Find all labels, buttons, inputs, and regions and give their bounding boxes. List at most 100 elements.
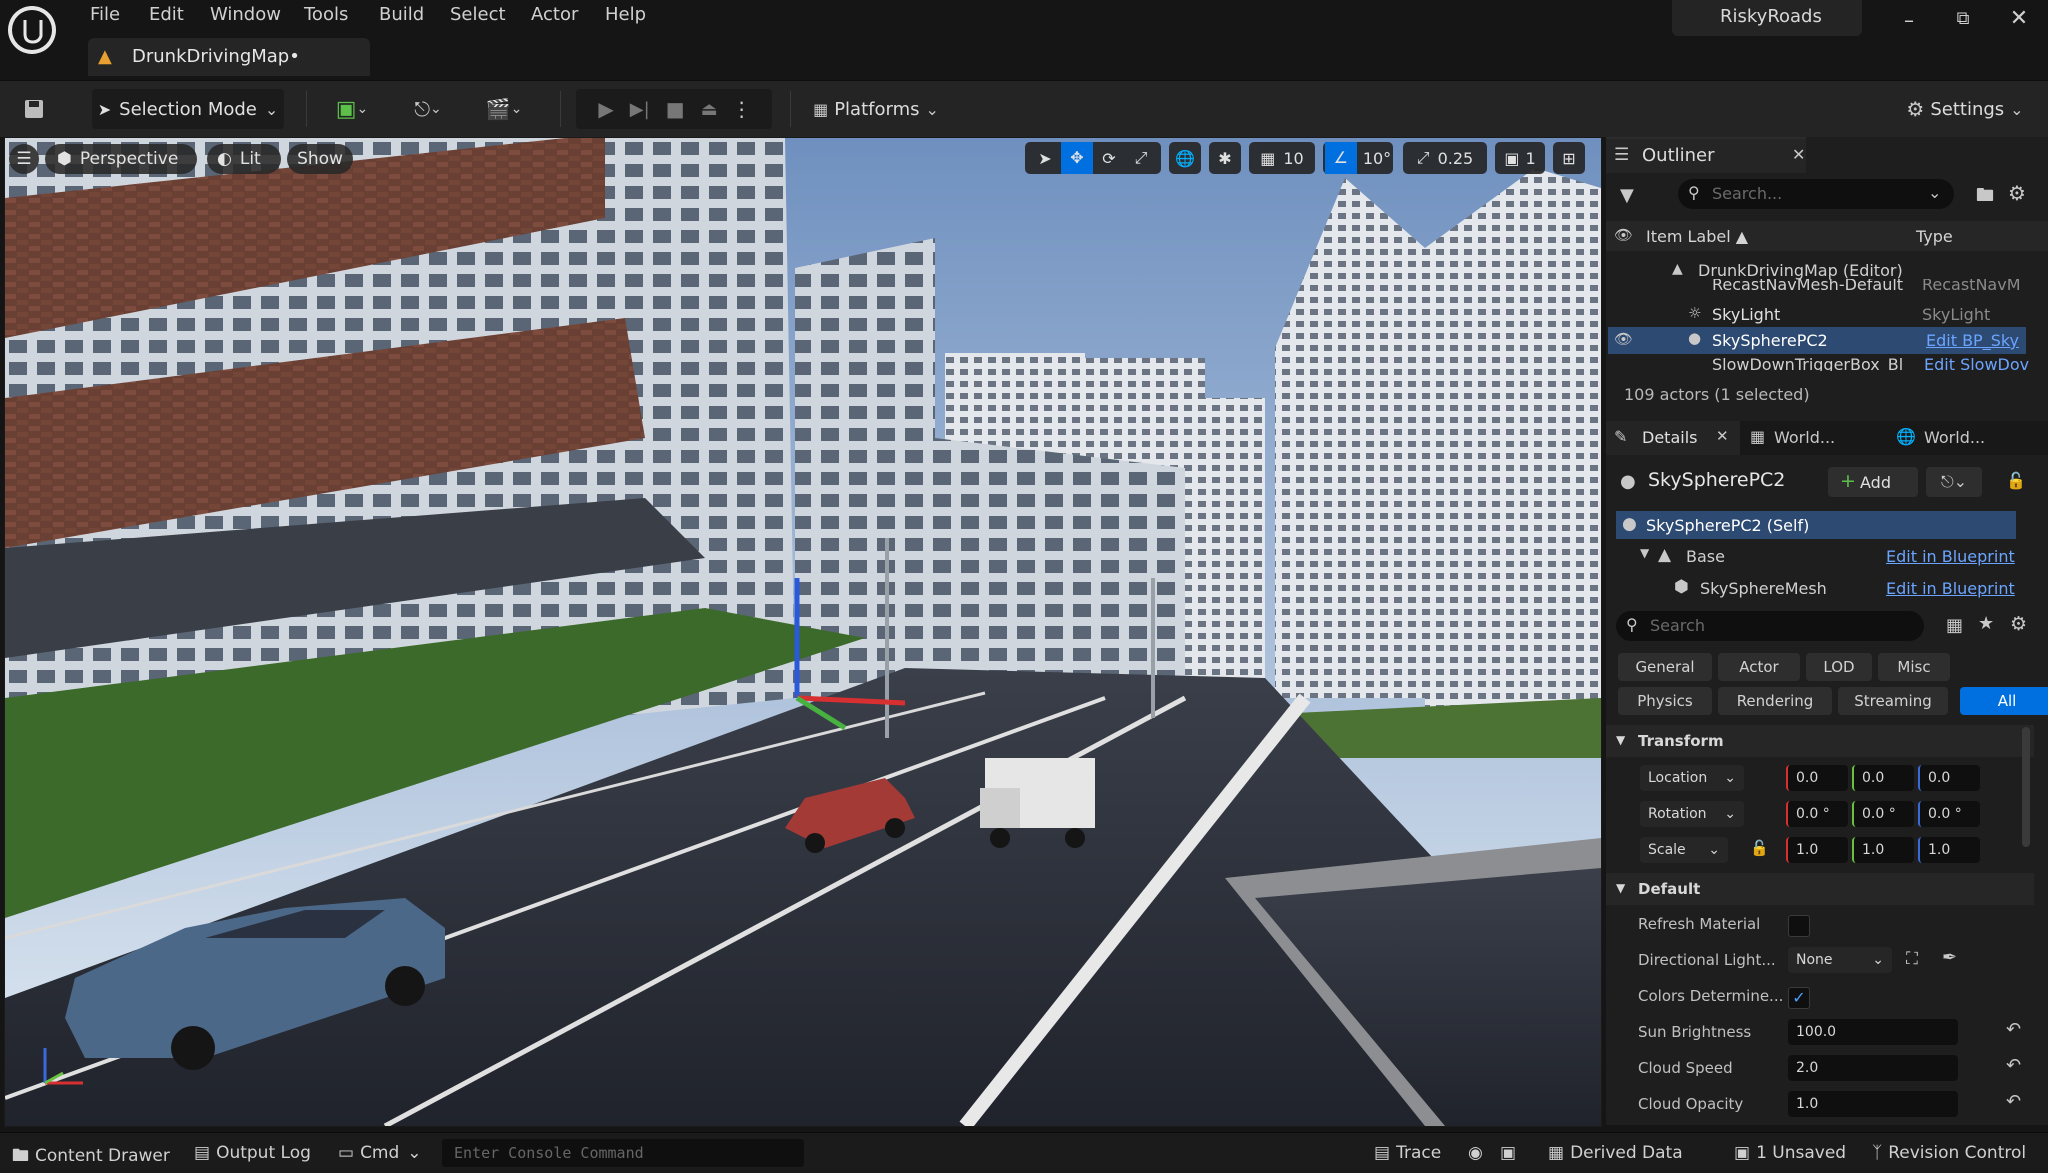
- component-row-selected[interactable]: ● SkySpherePC2 (Self): [1616, 511, 2016, 539]
- content-drawer-button[interactable]: 🖿 Content Drawer: [12, 1143, 170, 1172]
- scale-lock-icon[interactable]: 🔓: [1750, 839, 1769, 857]
- more-options-icon[interactable]: ⋮: [732, 97, 752, 121]
- filter-streaming[interactable]: Streaming: [1838, 687, 1948, 715]
- select-arrow-icon[interactable]: ➤: [1029, 149, 1061, 168]
- filter-all[interactable]: All: [1960, 687, 2048, 715]
- stop-icon[interactable]: ■: [666, 97, 685, 121]
- browse-icon[interactable]: ⛶: [1906, 949, 1918, 969]
- favorites-star-icon[interactable]: ★: [1978, 613, 1994, 634]
- component-row[interactable]: ⬢ SkySphereMesh Edit in Blueprint: [1606, 575, 2048, 602]
- filter-actor[interactable]: Actor: [1718, 653, 1800, 681]
- world-local-toggle[interactable]: 🌐: [1169, 142, 1201, 174]
- sun-brightness-field[interactable]: 100.0: [1788, 1019, 1958, 1045]
- edit-in-blueprint-link[interactable]: Edit in Blueprint: [1886, 547, 2015, 566]
- outliner-row[interactable]: RecastNavMesh-Default RecastNavM: [1606, 279, 2048, 299]
- rotation-y-field[interactable]: 0.0 °: [1852, 801, 1914, 827]
- surface-snap-toggle[interactable]: ✱: [1209, 142, 1241, 174]
- tab-details[interactable]: ✎ Details ✕: [1606, 421, 1740, 455]
- details-search[interactable]: ⚲ Search: [1616, 611, 1924, 641]
- menu-edit[interactable]: Edit: [149, 4, 184, 25]
- reset-arrow-icon[interactable]: ↶: [2006, 1019, 2021, 1040]
- filter-rendering[interactable]: Rendering: [1718, 687, 1832, 715]
- menu-window[interactable]: Window: [210, 4, 281, 25]
- default-section-header[interactable]: ▼ Default: [1606, 873, 2034, 905]
- unreal-logo-icon[interactable]: [8, 6, 56, 54]
- selection-mode-dropdown[interactable]: ➤ Selection Mode ⌄: [92, 89, 284, 129]
- tab-world-settings[interactable]: 🌐 World...: [1890, 421, 2040, 455]
- component-row[interactable]: ▼ ▲ Base Edit in Blueprint: [1606, 543, 2048, 570]
- directional-light-dropdown[interactable]: None ⌄: [1788, 947, 1892, 973]
- play-icon[interactable]: ▶: [598, 97, 613, 121]
- rotate-icon[interactable]: ⟳: [1093, 149, 1125, 168]
- reset-arrow-icon[interactable]: ↶: [2006, 1091, 2021, 1112]
- blueprint-button[interactable]: ⎋ ⌄: [400, 89, 456, 129]
- close-icon[interactable]: ✕: [1792, 145, 1805, 164]
- settings-dropdown[interactable]: ⚙ Settings ⌄: [1900, 89, 2030, 129]
- platforms-dropdown[interactable]: ▦ Platforms ⌄: [806, 89, 946, 129]
- colors-determine-checkbox[interactable]: ✓: [1788, 987, 1810, 1009]
- reset-arrow-icon[interactable]: ↶: [2006, 1055, 2021, 1076]
- outliner-row[interactable]: SlowDownTriggerBox_Bl Edit SlowDov: [1606, 355, 2048, 371]
- outliner-tab[interactable]: ☰ Outliner ✕: [1606, 137, 1806, 173]
- trace-button[interactable]: ▤ Trace: [1374, 1143, 1441, 1163]
- refresh-material-checkbox[interactable]: [1788, 915, 1810, 937]
- viewport-layout-button[interactable]: ⊞: [1553, 142, 1585, 174]
- scale-z-field[interactable]: 1.0: [1918, 837, 1980, 863]
- menu-help[interactable]: Help: [605, 4, 646, 25]
- perspective-button[interactable]: ⬢ Perspective: [45, 144, 197, 174]
- close-icon[interactable]: ✕: [1716, 427, 1729, 445]
- rotation-snap-button[interactable]: ∠ 10°: [1323, 142, 1393, 174]
- details-settings-icon[interactable]: ⚙: [2010, 613, 2027, 635]
- scale-snap-button[interactable]: ⤢ 0.25: [1403, 142, 1487, 174]
- scale-icon[interactable]: ⤢: [1125, 148, 1157, 168]
- viewport-menu-button[interactable]: ☰: [9, 144, 39, 174]
- screenshot-icon[interactable]: ▣: [1500, 1143, 1516, 1163]
- add-folder-icon[interactable]: 🖿: [1976, 183, 1994, 213]
- tab-drunk-driving-map[interactable]: ▲ DrunkDrivingMap•: [88, 38, 370, 76]
- output-log-button[interactable]: ▤ Output Log: [194, 1143, 311, 1163]
- eject-icon[interactable]: ⏏: [701, 99, 718, 120]
- rotation-mode-dropdown[interactable]: Rotation ⌄: [1640, 801, 1744, 827]
- column-type[interactable]: Type: [1916, 227, 1953, 246]
- revision-control-button[interactable]: ᛉ Revision Control: [1872, 1143, 2026, 1163]
- derived-data-button[interactable]: ▦ Derived Data: [1548, 1143, 1683, 1163]
- cloud-opacity-field[interactable]: 1.0: [1788, 1091, 1958, 1117]
- details-scrollbar-thumb[interactable]: [2022, 727, 2030, 847]
- outliner-settings-icon[interactable]: ⚙: [2008, 181, 2026, 205]
- level-viewport[interactable]: ☰ ⬢ Perspective ◐ Lit Show ➤ ✥ ⟳ ⤢ 🌐 ✱ ▦…: [4, 137, 1602, 1127]
- record-icon[interactable]: ◉: [1468, 1143, 1483, 1163]
- grid-snap-button[interactable]: ▦ 10: [1249, 142, 1315, 174]
- transform-section-header[interactable]: ▼ Transform: [1606, 725, 2034, 757]
- filter-lod[interactable]: LOD: [1806, 653, 1872, 681]
- unsaved-button[interactable]: ▣ 1 Unsaved: [1734, 1143, 1846, 1163]
- menu-actor[interactable]: Actor: [531, 4, 578, 25]
- cloud-speed-field[interactable]: 2.0: [1788, 1055, 1958, 1081]
- add-component-button[interactable]: + Add: [1828, 467, 1918, 497]
- outliner-row-selected[interactable]: 👁 ● SkySpherePC2 Edit BP_Sky: [1608, 327, 2026, 354]
- scale-y-field[interactable]: 1.0: [1852, 837, 1914, 863]
- save-icon[interactable]: [14, 89, 54, 129]
- scale-x-field[interactable]: 1.0: [1786, 837, 1848, 863]
- restore-button[interactable]: ⧉: [1948, 8, 1978, 38]
- menu-select[interactable]: Select: [450, 4, 506, 25]
- cinematics-button[interactable]: 🎬 ⌄: [476, 89, 532, 129]
- location-z-field[interactable]: 0.0: [1918, 765, 1980, 791]
- location-x-field[interactable]: 0.0: [1786, 765, 1848, 791]
- lit-button[interactable]: ◐ Lit: [207, 144, 281, 174]
- edit-blueprint-link[interactable]: Edit BP_Sky: [1926, 331, 2019, 350]
- column-item-label[interactable]: Item Label ▲: [1646, 227, 1748, 246]
- location-y-field[interactable]: 0.0: [1852, 765, 1914, 791]
- scale-mode-dropdown[interactable]: Scale ⌄: [1640, 837, 1728, 863]
- camera-speed-button[interactable]: ▣ 1: [1495, 142, 1545, 174]
- tab-world-outliner[interactable]: ▦ World...: [1744, 421, 1884, 455]
- outliner-row[interactable]: ☼ SkyLight SkyLight: [1606, 301, 2048, 328]
- console-command-input[interactable]: Enter Console Command: [442, 1139, 804, 1167]
- visibility-eye-icon[interactable]: 👁: [1614, 330, 1633, 348]
- step-icon[interactable]: ▶​|: [630, 99, 650, 120]
- location-mode-dropdown[interactable]: Location ⌄: [1640, 765, 1744, 791]
- minimize-button[interactable]: –: [1894, 8, 1924, 38]
- eyedropper-icon[interactable]: ✒: [1942, 947, 1957, 968]
- edit-in-blueprint-link[interactable]: Edit in Blueprint: [1886, 579, 2015, 598]
- menu-tools[interactable]: Tools: [304, 4, 348, 25]
- filter-icon[interactable]: ▼: [1620, 185, 1634, 206]
